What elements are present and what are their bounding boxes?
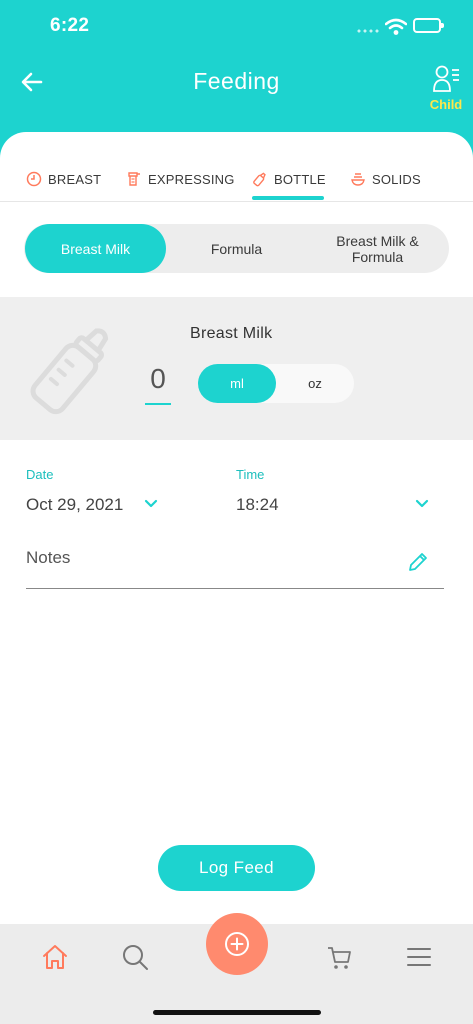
amount-input[interactable]: 0 [145,363,171,395]
tab-bottle-label: BOTTLE [274,171,326,187]
search-icon[interactable] [120,942,150,972]
tab-solids[interactable]: SOLIDS [350,158,421,200]
tab-breast[interactable]: BREAST [26,158,101,200]
date-field[interactable]: Oct 29, 2021 [26,495,123,515]
milk-type-selector: Breast Milk Formula Breast Milk & Formul… [24,224,449,273]
chevron-down-icon[interactable] [144,499,158,509]
breast-pump-icon [128,172,140,186]
pencil-icon[interactable] [406,550,430,574]
page-title: Feeding [193,68,280,94]
unit-selector: ml oz [198,364,354,403]
milk-type-formula[interactable]: Formula [166,224,307,273]
child-profile-button[interactable]: Child [424,64,468,116]
time-label: Time [236,467,265,482]
active-tab-indicator [252,196,324,200]
bottle-icon [253,172,266,187]
amount-title: Breast Milk [190,325,273,342]
tab-expressing[interactable]: EXPRESSING [126,158,235,200]
feeding-tabs: BREAST EXPRESSING BOTTLE SOLIDS [0,158,473,202]
status-bar: 6:22 [0,0,473,44]
tab-breast-label: BREAST [48,171,102,187]
unit-ml[interactable]: ml [198,364,276,403]
battery-icon [413,18,444,33]
time-field[interactable]: 18:24 [236,495,279,515]
date-label: Date [26,467,54,482]
tab-expressing-label: EXPRESSING [148,171,235,187]
tab-bottle[interactable]: BOTTLE [252,158,326,200]
milk-type-breast-milk[interactable]: Breast Milk [25,224,166,273]
milk-type-mixed-label: Breast Milk & Formula [336,232,419,265]
tabs-divider [0,201,473,202]
menu-icon[interactable] [404,942,434,972]
baby-bottle-icon [30,328,109,415]
clock-icon [26,171,42,187]
status-time: 6:22 [50,15,90,36]
food-bowl-icon [351,173,365,186]
notes-underline [26,588,444,589]
wifi-icon [385,18,407,35]
notes-field[interactable]: Notes [26,548,70,568]
unit-oz[interactable]: oz [276,364,354,403]
cellular-signal-icon [356,28,380,34]
add-button[interactable] [206,913,268,975]
amount-panel: Breast Milk 0 ml oz [0,297,473,440]
chevron-down-icon[interactable] [415,499,429,509]
cart-icon[interactable] [324,942,354,972]
baby-icon [433,65,459,92]
home-indicator [153,1010,321,1015]
add-icon [225,932,249,956]
amount-input-underline [145,403,171,405]
tab-solids-label: SOLIDS [372,171,421,187]
child-label: Child [429,97,463,112]
home-icon[interactable] [40,942,70,972]
milk-type-mixed[interactable]: Breast Milk & Formula [307,224,448,273]
log-feed-button[interactable]: Log Feed [158,845,315,891]
